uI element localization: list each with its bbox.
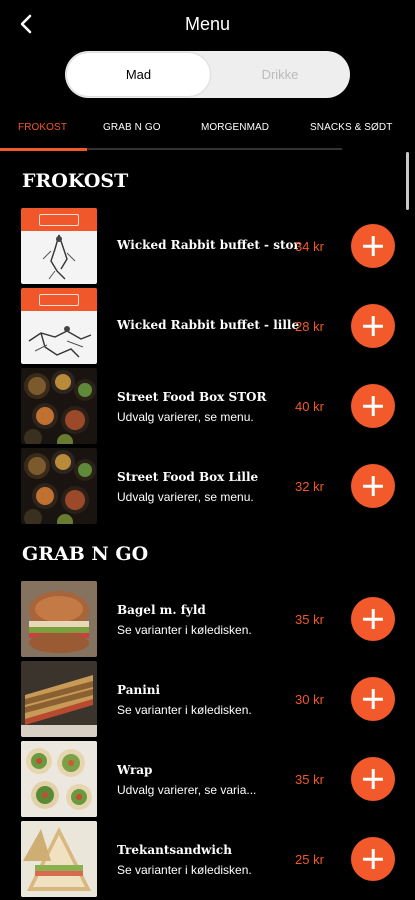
add-button[interactable] — [351, 464, 395, 508]
item-image — [21, 581, 97, 657]
item-price: 35 kr — [295, 772, 324, 787]
item-image — [21, 448, 97, 524]
add-button[interactable] — [351, 304, 395, 348]
add-button[interactable] — [351, 677, 395, 721]
section-title-grab-n-go: GRAB N GO — [22, 543, 149, 565]
item-image — [21, 661, 97, 737]
item-description: Udvalg varierer, se menu. — [117, 410, 254, 424]
top-bar: Menu — [0, 0, 415, 48]
active-tab-indicator — [0, 148, 87, 151]
item-price: 35 kr — [295, 612, 324, 627]
item-name: Street Food Box STOR — [117, 390, 267, 404]
item-price: 40 kr — [295, 399, 324, 414]
add-button[interactable] — [351, 597, 395, 641]
add-button[interactable] — [351, 384, 395, 428]
add-button[interactable] — [351, 757, 395, 801]
menu-item[interactable]: Street Food Box Lille Udvalg varierer, s… — [21, 448, 415, 524]
tab-morgenmad[interactable]: MORGENMAD — [201, 122, 269, 133]
section-title-frokost: FROKOST — [22, 170, 129, 192]
item-description: Se varianter i køledisken. — [117, 703, 252, 717]
item-description: Se varianter i køledisken. — [117, 623, 252, 637]
item-name: Wicked Rabbit buffet - stor — [117, 238, 300, 252]
item-image — [21, 208, 97, 284]
item-image — [21, 821, 97, 897]
segment-drikke[interactable]: Drikke — [210, 51, 350, 98]
menu-item[interactable]: Street Food Box STOR Udvalg varierer, se… — [21, 368, 415, 444]
item-price: 25 kr — [295, 852, 324, 867]
tab-frokost[interactable]: FROKOST — [18, 122, 67, 133]
item-image — [21, 368, 97, 444]
item-name: Street Food Box Lille — [117, 470, 259, 484]
item-name: Wicked Rabbit buffet - lille — [117, 318, 300, 332]
item-name: Trekantsandwich — [117, 843, 232, 857]
add-button[interactable] — [351, 224, 395, 268]
segment-mad[interactable]: Mad — [67, 53, 210, 96]
menu-item[interactable]: Trekantsandwich Se varianter i kølediske… — [21, 821, 415, 897]
item-image — [21, 288, 97, 364]
item-image — [21, 741, 97, 817]
menu-item[interactable]: Wicked Rabbit buffet - lille 28 kr — [21, 288, 415, 364]
item-name: Wrap — [117, 763, 153, 777]
item-price: 30 kr — [295, 692, 324, 707]
menu-item[interactable]: Wrap Udvalg varierer, se varia... 35 kr — [21, 741, 415, 817]
item-description: Udvalg varierer, se menu. — [117, 490, 254, 504]
item-price: 32 kr — [295, 479, 324, 494]
item-name: Bagel m. fyld — [117, 603, 206, 617]
add-button[interactable] — [351, 837, 395, 881]
category-tabs: FROKOST GRAB N GO MORGENMAD SNACKS & SØD… — [0, 117, 415, 151]
menu-item[interactable]: Panini Se varianter i køledisken. 30 kr — [21, 661, 415, 737]
tab-grab-n-go[interactable]: GRAB N GO — [103, 122, 161, 133]
menu-item[interactable]: Bagel m. fyld Se varianter i køledisken.… — [21, 581, 415, 657]
item-description: Udvalg varierer, se varia... — [117, 783, 257, 797]
item-price: 28 kr — [295, 319, 324, 334]
item-name: Panini — [117, 683, 161, 697]
food-drink-toggle: Drikke Mad — [65, 51, 350, 98]
tab-snacks-sodt[interactable]: SNACKS & SØDT — [310, 122, 392, 133]
page-title: Menu — [184, 14, 231, 34]
item-price: 34 kr — [295, 239, 324, 254]
scrollbar[interactable] — [406, 152, 409, 210]
item-description: Se varianter i køledisken. — [117, 863, 252, 877]
menu-item[interactable]: Wicked Rabbit buffet - stor 34 kr — [21, 208, 415, 284]
